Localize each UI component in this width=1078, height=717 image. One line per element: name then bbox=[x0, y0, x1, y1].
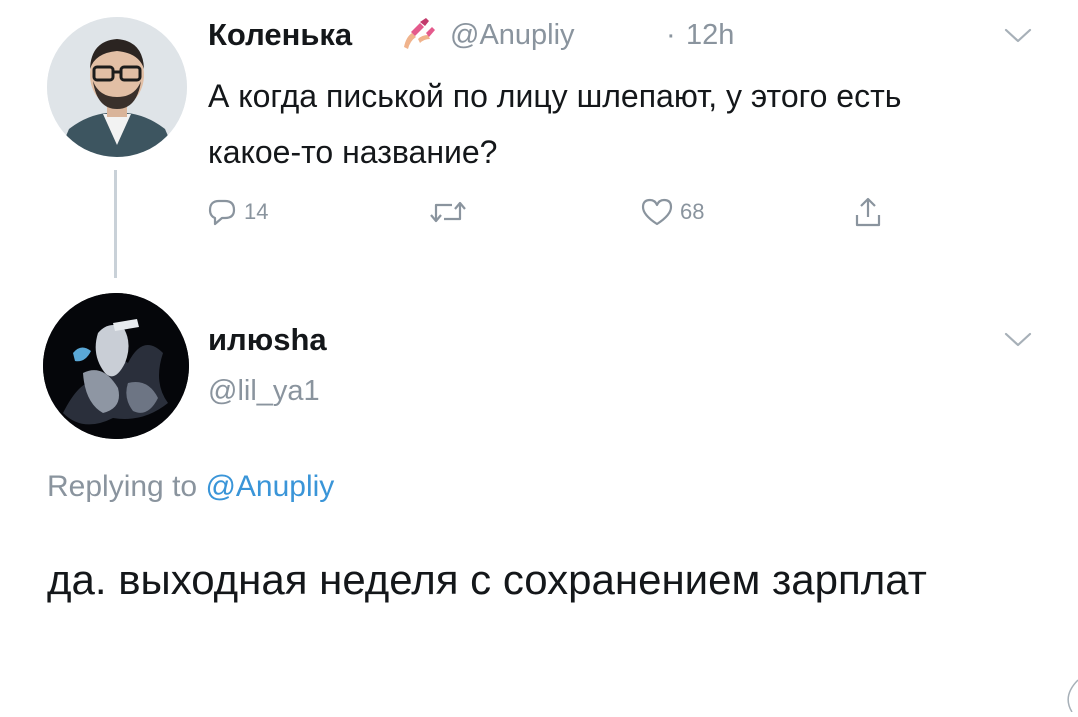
avatar[interactable] bbox=[47, 17, 187, 157]
author-name[interactable]: илюsha bbox=[208, 322, 327, 358]
thread-line bbox=[114, 170, 117, 278]
like-button[interactable]: 68 bbox=[640, 192, 704, 232]
reply-count: 14 bbox=[244, 199, 269, 224]
share-button[interactable] bbox=[852, 192, 884, 232]
reply-button[interactable]: 14 bbox=[206, 192, 268, 232]
like-count: 68 bbox=[680, 199, 705, 224]
corner-arc bbox=[1058, 672, 1078, 713]
chevron-down-icon[interactable] bbox=[1000, 328, 1036, 352]
share-icon bbox=[855, 197, 881, 227]
timestamp[interactable]: 12h bbox=[686, 19, 734, 52]
replying-to: Replying to @Anupliy bbox=[47, 470, 334, 504]
tweet-text: А когда писькой по лицу шлепают, у этого… bbox=[208, 78, 902, 170]
like-icon bbox=[641, 198, 673, 226]
separator-dot: · bbox=[666, 19, 676, 51]
retweet-button[interactable] bbox=[428, 192, 468, 232]
retweet-icon bbox=[430, 201, 466, 223]
author-name[interactable]: Коленька bbox=[208, 17, 352, 53]
replying-prefix: Replying to bbox=[47, 470, 198, 503]
avatar[interactable] bbox=[43, 293, 189, 439]
chevron-down-icon[interactable] bbox=[1000, 24, 1036, 48]
author-handle[interactable]: @lil_ya1 bbox=[208, 375, 320, 408]
nail-polish-icon bbox=[398, 17, 438, 51]
author-handle[interactable]: @Anupliy bbox=[450, 19, 575, 52]
tweet-text: да. выходная неделя с сохранением зарпла… bbox=[47, 556, 927, 603]
replying-mention-link[interactable]: @Anupliy bbox=[205, 470, 334, 503]
reply-icon bbox=[208, 199, 236, 226]
